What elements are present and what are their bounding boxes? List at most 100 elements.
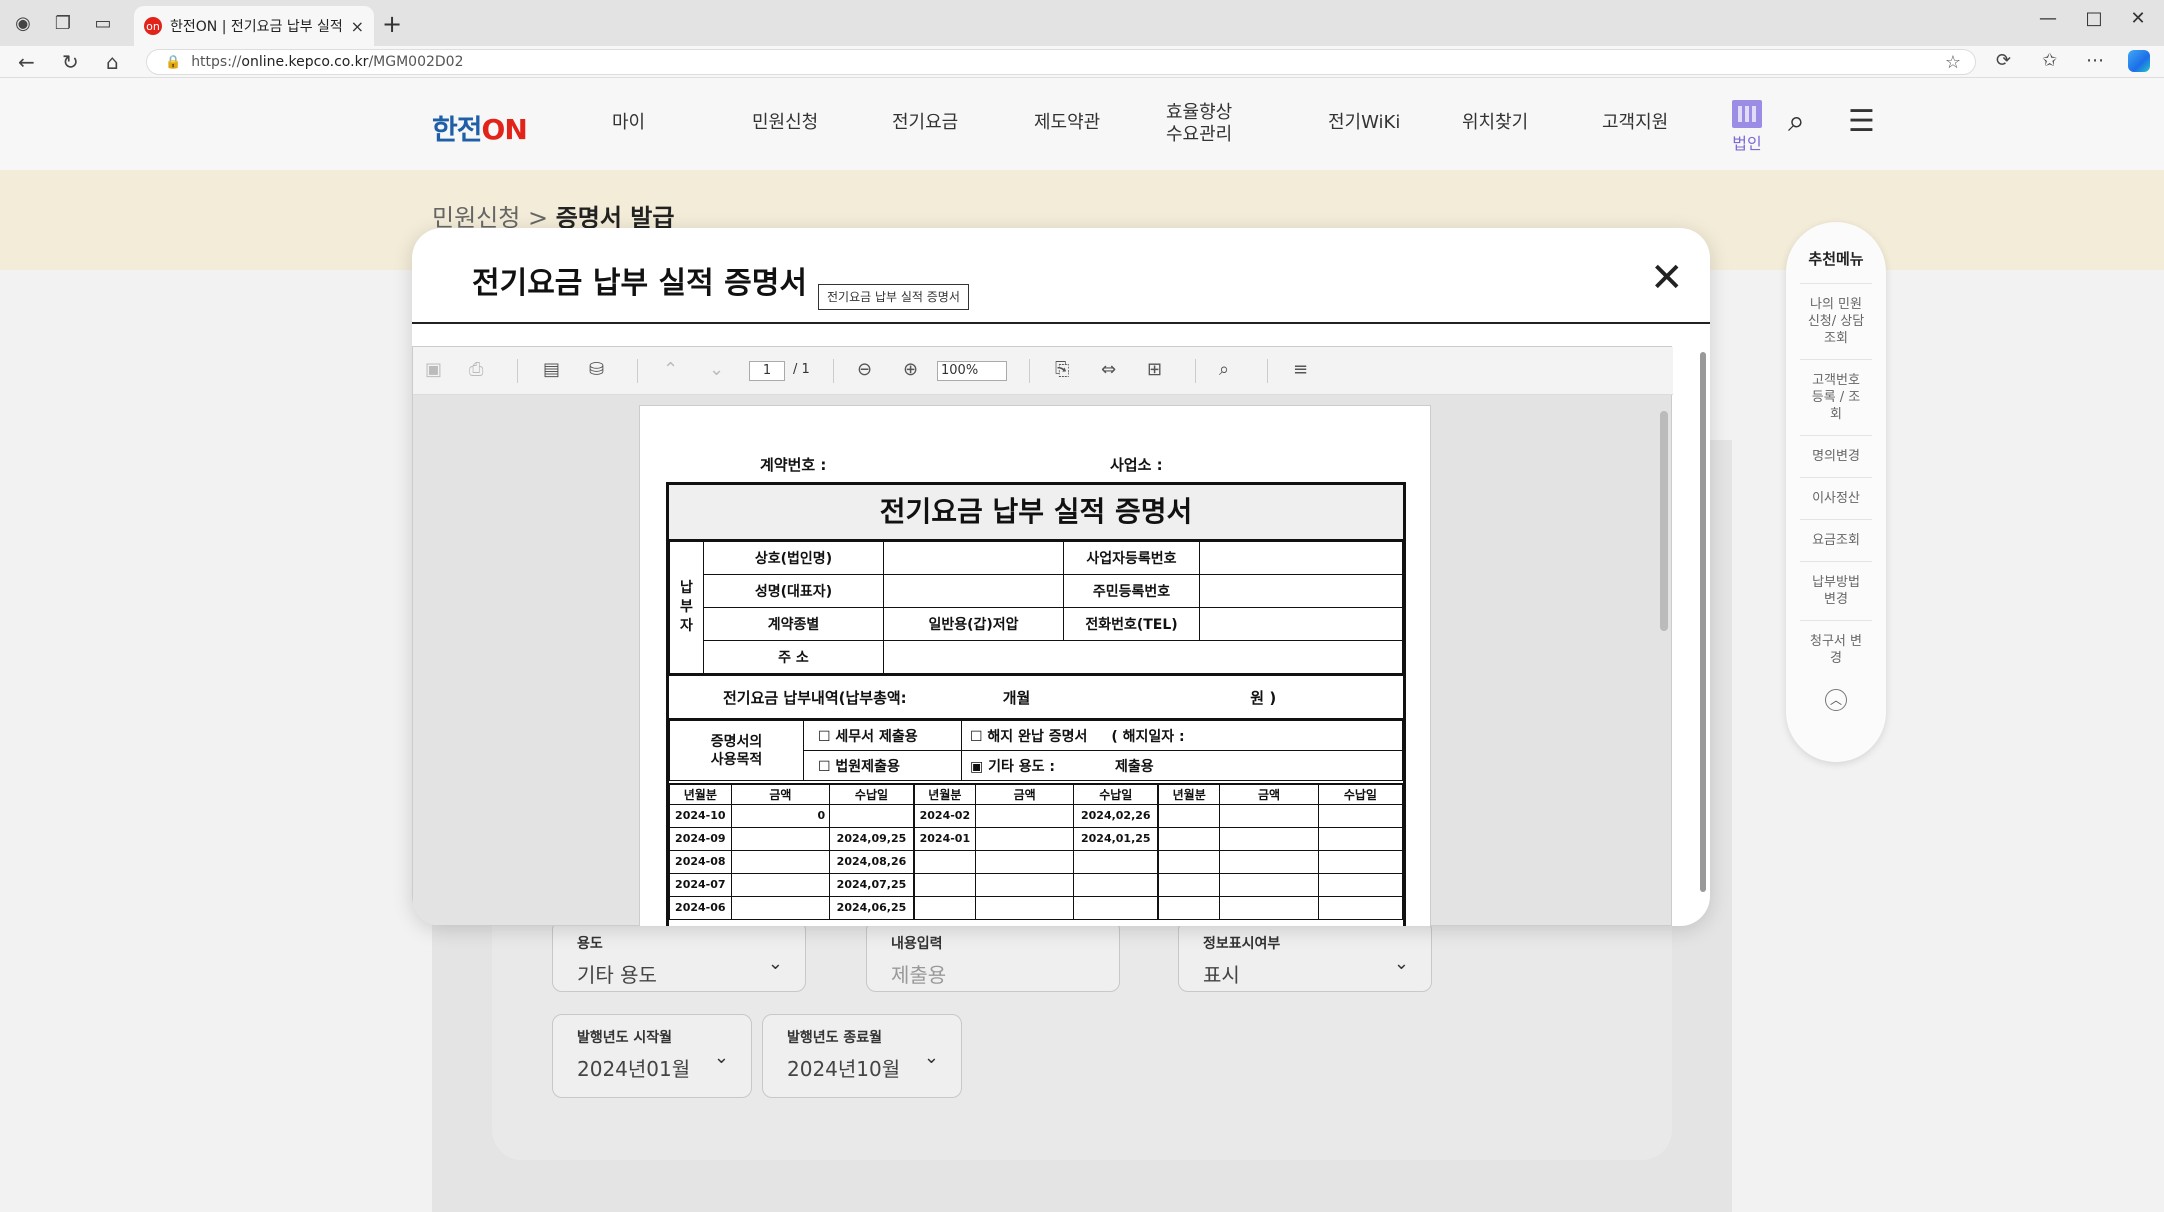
quick-item-bill-change[interactable]: 청구서 변경 <box>1800 620 1872 679</box>
add-page-icon[interactable]: ⊞ <box>1147 359 1162 380</box>
print-icon[interactable]: ⎙ <box>469 359 483 380</box>
nav-support[interactable]: 고객지원 <box>1602 112 1668 134</box>
find-icon[interactable]: ⌕ <box>1219 359 1229 380</box>
site-header: 한전ON 마이 민원신청 전기요금 제도약관 효율향상 수요관리 전기WiKi 위… <box>0 78 2164 170</box>
fit-width-icon[interactable]: ⇔ <box>1101 359 1116 380</box>
site-favicon-icon: on <box>144 17 162 35</box>
next-page-icon[interactable]: ⌄ <box>709 359 724 380</box>
scroll-top-icon[interactable]: ︿ <box>1825 689 1847 711</box>
address-bar-row: ← ↻ ⌂ 🔒 https://online.kepco.co.kr/MGM00… <box>0 46 2164 78</box>
nav-wiki[interactable]: 전기WiKi <box>1328 112 1400 134</box>
minimize-button[interactable]: — <box>2028 8 2068 29</box>
chevron-down-icon: ⌄ <box>1393 953 1409 974</box>
chevron-down-icon: ⌄ <box>923 1047 939 1068</box>
pay-header-cell: 금액 <box>974 783 1075 805</box>
document-page: 계약번호 : 사업소 : 전기요금 납부 실적 증명서 납부자 상호(법인명) … <box>639 405 1431 926</box>
database-icon[interactable]: ⛁ <box>589 359 604 380</box>
chevron-down-icon: ⌄ <box>767 953 783 974</box>
building-icon <box>1732 100 1762 128</box>
modal-divider <box>412 322 1710 324</box>
prev-page-icon[interactable]: ⌃ <box>663 359 678 380</box>
pay-header-cell: 금액 <box>1219 783 1319 805</box>
nav-civil-petition[interactable]: 민원신청 <box>752 112 818 134</box>
save-icon[interactable]: ▣ <box>425 359 442 380</box>
pay-header-cell: 금액 <box>730 783 831 805</box>
table-row: 2024-09 2024,09,25 2024-01 2024,01,25 <box>669 826 1404 851</box>
zoom-input[interactable]: 100% <box>937 361 1007 381</box>
browser-tab-bar: ◉ ❐ ▭ on 한전ON | 전기요금 납부 실적 증명 × + — □ ✕ <box>0 0 2164 46</box>
payment-history-table: 년월분 금액 수납일 년월분 금액 수납일 년월분 금액 수납일 2024-10 0 2024-02… <box>669 783 1404 920</box>
quick-item-payment-method[interactable]: 납부방법 변경 <box>1800 561 1872 620</box>
zoom-in-icon[interactable]: ⊕ <box>903 359 918 380</box>
browser-tab-active[interactable]: on 한전ON | 전기요금 납부 실적 증명 × <box>134 6 374 46</box>
modal-title: 전기요금 납부 실적 증명서 <box>472 266 807 301</box>
viewer-toolbar: ▣ ⎙ ▤ ⛁ ⌃ ⌄ 1 / 1 ⊖ ⊕ 100% ⎘ ⇔ ⊞ ⌕ ≡ <box>413 347 1673 395</box>
zoom-out-icon[interactable]: ⊖ <box>857 359 872 380</box>
table-row: 2024-06 2024,06,25 <box>669 895 1404 920</box>
info-display-select[interactable]: 정보표시여부 표시 ⌄ <box>1178 920 1432 992</box>
tab-close-icon[interactable]: × <box>351 17 364 36</box>
quick-menu: 추천메뉴 나의 민원신청/ 상담조회 고객번호 등록 / 조회 명의변경 이사정… <box>1786 222 1886 762</box>
tab-actions-icon[interactable]: ▭ <box>90 10 116 36</box>
pay-header-cell: 년월분 <box>913 783 976 805</box>
favorite-star-icon[interactable]: ☆ <box>1945 52 1961 73</box>
more-menu-icon[interactable]: ⋯ <box>2086 50 2104 71</box>
new-tab-button[interactable]: + <box>382 10 402 38</box>
quick-item-moving[interactable]: 이사정산 <box>1800 477 1872 519</box>
end-month-select[interactable]: 발행년도 종료월 2024년10월 ⌄ <box>762 1014 962 1098</box>
nav-location[interactable]: 위치찾기 <box>1462 112 1528 134</box>
pdf-viewer: ▣ ⎙ ▤ ⛁ ⌃ ⌄ 1 / 1 ⊖ ⊕ 100% ⎘ ⇔ ⊞ ⌕ ≡ 계약번… <box>412 346 1673 926</box>
use-select[interactable]: 용도 기타 용도 ⌄ <box>552 920 806 992</box>
nav-terms[interactable]: 제도약관 <box>1034 112 1100 134</box>
pay-header-cell: 년월분 <box>1157 783 1221 805</box>
window-close-button[interactable]: ✕ <box>2118 8 2158 29</box>
table-row: 2024-10 0 2024-02 2024,02,26 <box>669 803 1404 828</box>
url-input[interactable]: 🔒 https://online.kepco.co.kr/MGM002D02 ☆ <box>146 49 1976 75</box>
favorites-icon[interactable]: ✩ <box>2042 50 2057 71</box>
profile-icon[interactable]: ◉ <box>10 10 36 36</box>
content-input[interactable]: 내용입력 제출용 <box>866 920 1120 992</box>
modal-tooltip: 전기요금 납부 실적 증명서 <box>818 284 969 310</box>
copilot-icon[interactable] <box>2128 50 2150 72</box>
chevron-down-icon: ⌄ <box>713 1047 729 1068</box>
viewer-scrollbar[interactable] <box>1657 395 1671 913</box>
document-title: 전기요금 납부 실적 증명서 <box>669 485 1403 541</box>
payer-info-table: 납부자 상호(법인명) 사업자등록번호 성명(대표자) 주민등록번호 계약종별 <box>669 541 1403 674</box>
home-icon[interactable]: ⌂ <box>106 50 119 74</box>
purpose-table: 증명서의 사용목적 ☐ 세무서 제출용 ☐ 해지 완납 증명서( 해지일자 : ☐… <box>669 720 1403 781</box>
certificate-frame: 전기요금 납부 실적 증명서 납부자 상호(법인명) 사업자등록번호 성명(대표… <box>666 482 1406 926</box>
modal-close-button[interactable]: ✕ <box>1650 258 1684 298</box>
corporate-button[interactable]: 법인 <box>1730 100 1764 154</box>
kepco-logo[interactable]: 한전ON <box>432 108 528 148</box>
pay-header-cell: 년월분 <box>669 783 732 805</box>
nav-electric-bill[interactable]: 전기요금 <box>892 112 958 134</box>
back-icon[interactable]: ← <box>18 50 35 74</box>
search-icon[interactable]: ⌕ <box>1788 104 1805 139</box>
payer-label: 납부자 <box>669 541 704 674</box>
hamburger-menu-icon[interactable]: ☰ <box>1848 104 1875 139</box>
document-icon[interactable]: ▤ <box>543 359 560 380</box>
quick-item-bill-inquiry[interactable]: 요금조회 <box>1800 519 1872 561</box>
maximize-button[interactable]: □ <box>2074 8 2114 29</box>
quick-item-name-change[interactable]: 명의변경 <box>1800 435 1872 477</box>
tab-title: 한전ON | 전기요금 납부 실적 증명 <box>170 19 345 35</box>
fit-page-icon[interactable]: ⎘ <box>1055 359 1069 380</box>
lock-icon: 🔒 <box>165 54 182 70</box>
total-payment-row: 전기요금 납부내역(납부총액: 개월 원 ) <box>669 674 1403 720</box>
table-row: 2024-07 2024,07,25 <box>669 872 1404 897</box>
pay-header-cell: 수납일 <box>1073 783 1160 805</box>
viewer-menu-icon[interactable]: ≡ <box>1293 359 1308 380</box>
nav-my[interactable]: 마이 <box>612 112 645 134</box>
extensions-icon[interactable]: ⟳ <box>1996 50 2011 71</box>
modal-scrollbar[interactable] <box>1698 332 1708 912</box>
workspaces-icon[interactable]: ❐ <box>50 10 76 36</box>
quick-item-my-petition[interactable]: 나의 민원신청/ 상담조회 <box>1800 283 1872 359</box>
pay-header-cell: 수납일 <box>829 783 915 805</box>
nav-efficiency[interactable]: 효율향상 수요관리 <box>1166 102 1232 146</box>
certificate-modal: 전기요금 납부 실적 증명서 전기요금 납부 실적 증명서 ✕ ▣ ⎙ ▤ ⛁ … <box>412 228 1710 926</box>
quick-item-customer-no[interactable]: 고객번호 등록 / 조회 <box>1800 359 1872 435</box>
page-number-input[interactable]: 1 <box>749 361 785 381</box>
table-row: 2024-08 2024,08,26 <box>669 849 1404 874</box>
refresh-icon[interactable]: ↻ <box>62 50 79 74</box>
start-month-select[interactable]: 발행년도 시작월 2024년01월 ⌄ <box>552 1014 752 1098</box>
